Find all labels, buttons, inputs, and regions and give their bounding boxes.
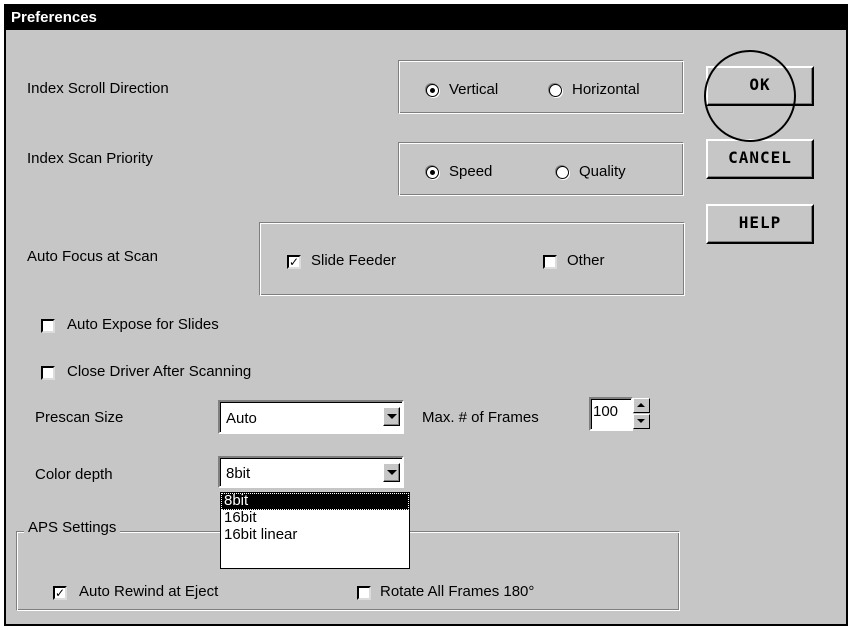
check-auto-expose[interactable] xyxy=(41,319,55,333)
window-title: Preferences xyxy=(11,9,97,26)
prescan-label: Prescan Size xyxy=(35,409,124,426)
color-depth-select[interactable]: 8bit xyxy=(218,456,404,488)
radio-horizontal-label[interactable]: Horizontal xyxy=(572,81,640,98)
auto-rewind-label[interactable]: Auto Rewind at Eject xyxy=(79,583,218,600)
index-scroll-label: Index Scroll Direction xyxy=(27,80,169,97)
radio-horizontal[interactable] xyxy=(549,84,562,97)
arrow-up-icon[interactable] xyxy=(633,398,650,413)
check-other[interactable] xyxy=(543,255,557,269)
chevron-down-icon[interactable] xyxy=(383,407,400,426)
ok-highlight-circle xyxy=(704,50,796,142)
color-depth-value: 8bit xyxy=(226,465,251,482)
index-scan-group xyxy=(398,142,684,196)
index-scan-label: Index Scan Priority xyxy=(27,150,153,167)
radio-vertical-label[interactable]: Vertical xyxy=(449,81,498,98)
close-driver-label[interactable]: Close Driver After Scanning xyxy=(67,363,251,380)
color-depth-dropdown-list: 8bit 16bit 16bit linear xyxy=(220,492,410,569)
dropdown-option-8bit[interactable]: 8bit xyxy=(221,493,409,510)
max-frames-value: 100 xyxy=(593,403,619,420)
check-close-driver[interactable] xyxy=(41,366,55,380)
aps-settings-legend: APS Settings xyxy=(24,519,121,536)
help-button[interactable]: HELP xyxy=(706,204,814,244)
check-rotate[interactable] xyxy=(357,586,371,600)
dropdown-option-16bit[interactable]: 16bit xyxy=(221,510,409,527)
other-label[interactable]: Other xyxy=(567,252,605,269)
auto-focus-label: Auto Focus at Scan xyxy=(27,248,158,265)
radio-speed-label[interactable]: Speed xyxy=(449,163,492,180)
radio-quality-label[interactable]: Quality xyxy=(579,163,626,180)
auto-expose-label[interactable]: Auto Expose for Slides xyxy=(67,316,219,333)
title-bar[interactable]: Preferences xyxy=(6,6,846,30)
radio-vertical[interactable] xyxy=(426,84,439,97)
cancel-button[interactable]: CANCEL xyxy=(706,139,814,179)
prescan-select[interactable]: Auto xyxy=(218,400,404,434)
color-depth-label: Color depth xyxy=(35,466,113,483)
check-icon: ✓ xyxy=(289,255,300,269)
prescan-value: Auto xyxy=(226,410,257,427)
check-auto-rewind[interactable]: ✓ xyxy=(53,586,67,600)
check-slide-feeder[interactable]: ✓ xyxy=(287,255,301,269)
index-scroll-group xyxy=(398,60,684,114)
chevron-down-icon[interactable] xyxy=(383,463,400,482)
check-icon: ✓ xyxy=(55,586,66,600)
dropdown-option-16bit-linear[interactable]: 16bit linear xyxy=(221,527,409,544)
rotate-label[interactable]: Rotate All Frames 180° xyxy=(380,583,534,600)
max-frames-input[interactable]: 100 xyxy=(589,397,633,431)
max-frames-label: Max. # of Frames xyxy=(422,409,539,426)
preferences-dialog: Preferences Index Scroll Direction Verti… xyxy=(4,4,848,626)
slide-feeder-label[interactable]: Slide Feeder xyxy=(311,252,396,269)
radio-quality[interactable] xyxy=(556,166,569,179)
arrow-down-icon[interactable] xyxy=(633,414,650,429)
radio-speed[interactable] xyxy=(426,166,439,179)
